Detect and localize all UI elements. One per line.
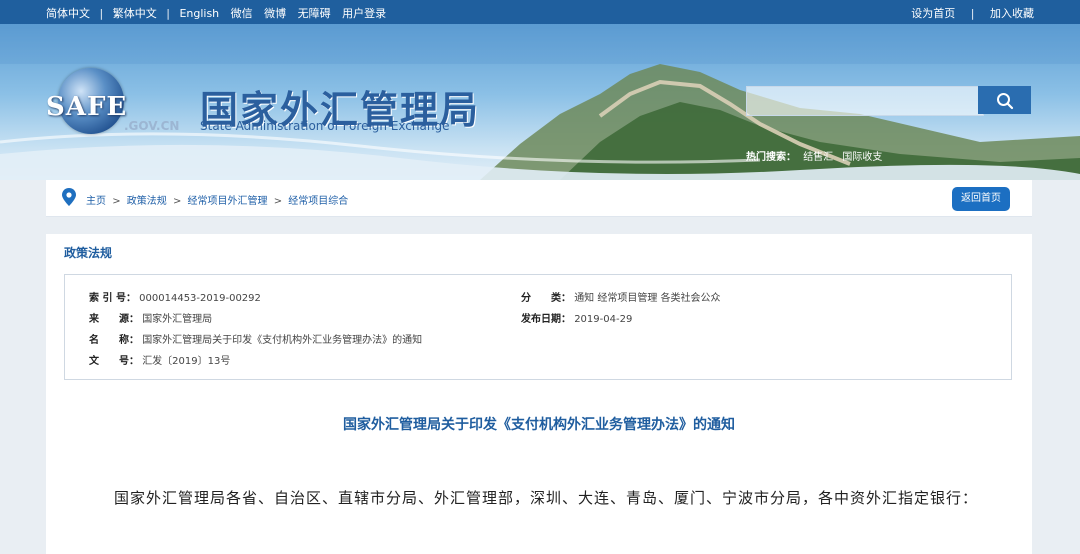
- meta-name-value: 国家外汇管理局关于印发《支付机构外汇业务管理办法》的通知: [142, 335, 423, 346]
- top-utility-bar: 简体中文 | 繁体中文 | English 微信 微博 无障碍 用户登录 设为首…: [0, 0, 1080, 24]
- wechat-link[interactable]: 微信: [231, 5, 253, 21]
- search-input[interactable]: [746, 86, 984, 116]
- breadcrumb-current-account-link[interactable]: 经常项目外汇管理: [188, 196, 268, 207]
- breadcrumb: 主页 > 政策法规 > 经常项目外汇管理 > 经常项目综合: [86, 192, 348, 207]
- document-body-paragraph: 国家外汇管理局各省、自治区、直辖市分局、外汇管理部，深圳、大连、青岛、厦门、宁波…: [114, 489, 979, 507]
- meta-index-row: 索 引 号： 000014453-2019-00292: [89, 289, 261, 304]
- breadcrumb-arrow: >: [273, 196, 283, 207]
- safe-logo-text: SAFE: [46, 92, 128, 122]
- weibo-link[interactable]: 微博: [264, 5, 286, 21]
- utility-right-links: 设为首页 | 加入收藏: [911, 5, 1034, 21]
- meta-date-value: 2019-04-29: [574, 314, 633, 325]
- set-homepage-link[interactable]: 设为首页: [911, 5, 955, 21]
- meta-date-label: 发布日期：: [521, 314, 571, 325]
- meta-category-row: 分 类： 通知 经常项目管理 各类社会公众: [521, 289, 721, 304]
- meta-source-row: 来 源： 国家外汇管理局: [89, 310, 212, 325]
- breadcrumb-arrow: >: [172, 196, 182, 207]
- simplified-chinese-link[interactable]: 简体中文: [46, 5, 90, 21]
- login-link[interactable]: 用户登录: [342, 5, 386, 21]
- meta-docno-value: 汇发〔2019〕13号: [142, 356, 231, 367]
- document-metadata-box: 索 引 号： 000014453-2019-00292 来 源： 国家外汇管理局…: [64, 274, 1012, 380]
- traditional-chinese-link[interactable]: 繁体中文: [113, 5, 157, 21]
- breadcrumb-home-link[interactable]: 主页: [86, 196, 106, 207]
- main-content: 政策法规 索 引 号： 000014453-2019-00292 来 源： 国家…: [46, 234, 1032, 554]
- gov-cn-logo-text: .GOV.CN: [124, 119, 180, 133]
- breadcrumb-current-page[interactable]: 经常项目综合: [288, 196, 348, 207]
- accessibility-link[interactable]: 无障碍: [298, 5, 331, 21]
- meta-index-value: 000014453-2019-00292: [139, 293, 261, 304]
- breadcrumb-policy-link[interactable]: 政策法规: [127, 196, 167, 207]
- meta-docno-row: 文 号： 汇发〔2019〕13号: [89, 352, 230, 367]
- hot-search-label: 热门搜索：: [746, 152, 796, 163]
- separator: |: [166, 7, 170, 20]
- meta-index-label: 索 引 号：: [89, 293, 136, 304]
- search-button[interactable]: [978, 86, 1031, 114]
- hot-search-row: 热门搜索： 结售汇 国际收支: [746, 148, 888, 163]
- hot-search-item[interactable]: 国际收支: [842, 152, 882, 163]
- meta-category-value: 通知 经常项目管理 各类社会公众: [574, 293, 721, 304]
- meta-source-value: 国家外汇管理局: [142, 314, 213, 325]
- breadcrumb-bar: 主页 > 政策法规 > 经常项目外汇管理 > 经常项目综合 返回首页: [46, 180, 1032, 217]
- meta-docno-label: 文 号：: [89, 356, 139, 367]
- back-to-home-button[interactable]: 返回首页: [952, 187, 1010, 211]
- meta-name-label: 名 称：: [89, 335, 139, 346]
- meta-name-row: 名 称： 国家外汇管理局关于印发《支付机构外汇业务管理办法》的通知: [89, 331, 422, 346]
- meta-category-label: 分 类：: [521, 293, 571, 304]
- hot-search-item[interactable]: 结售汇: [803, 152, 833, 163]
- document-title: 国家外汇管理局关于印发《支付机构外汇业务管理办法》的通知: [343, 417, 735, 433]
- meta-date-row: 发布日期： 2019-04-29: [521, 310, 632, 325]
- search-icon: [996, 93, 1013, 110]
- header-banner: SAFE .GOV.CN 国家外汇管理局 State Administratio…: [0, 24, 1080, 180]
- separator: |: [970, 7, 975, 20]
- meta-source-label: 来 源：: [89, 314, 139, 325]
- location-pin-icon: [62, 188, 76, 206]
- english-link[interactable]: English: [179, 7, 219, 20]
- separator: |: [99, 7, 104, 20]
- section-title: 政策法规: [64, 246, 113, 260]
- breadcrumb-arrow: >: [112, 196, 121, 207]
- add-favorite-link[interactable]: 加入收藏: [990, 5, 1034, 21]
- language-links: 简体中文 | 繁体中文 | English 微信 微博 无障碍 用户登录: [46, 5, 386, 21]
- site-title-english: State Administration of Foreign Exchange: [200, 119, 450, 133]
